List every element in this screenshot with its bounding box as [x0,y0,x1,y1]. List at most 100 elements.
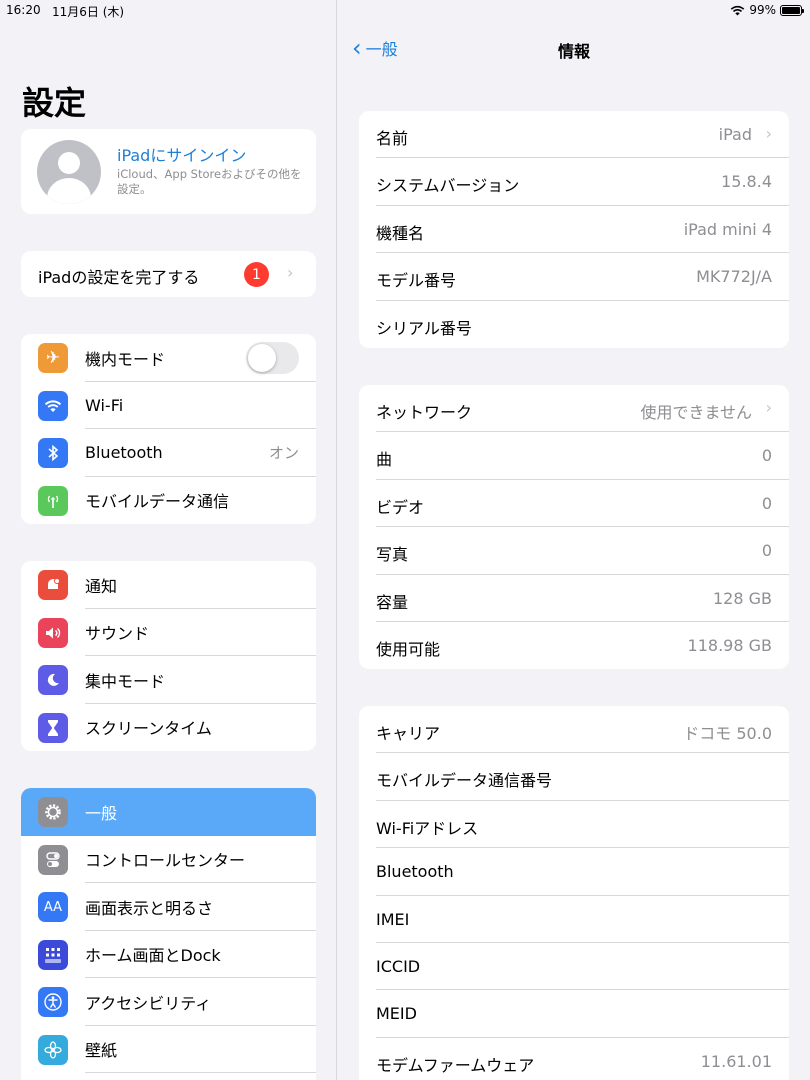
sidebar-item-airplane-mode[interactable]: ✈ 機内モード [21,334,316,382]
info-row-serial-number[interactable]: シリアル番号 [359,301,789,348]
sidebar-item-screen-time[interactable]: スクリーンタイム [21,704,316,752]
status-indicators: 99% [730,3,804,17]
sidebar-item-accessibility[interactable]: アクセシビリティ [21,978,316,1026]
info-label: 写真 [376,545,409,565]
sidebar-item-label: サウンド [85,624,150,644]
status-bar: 16:20 11月6日 (木) 99% [0,0,810,22]
info-label: Wi-Fiアドレス [376,818,479,838]
sidebar-item-wifi[interactable]: Wi-Fi [21,382,316,429]
info-label: キャリア [376,724,441,743]
sidebar-item-home-screen[interactable]: ホーム画面とDock [21,931,316,978]
finish-setup-row[interactable]: iPadの設定を完了する 1 › [21,251,316,297]
info-row-bluetooth[interactable]: Bluetooth [359,848,789,896]
info-value: iPad mini 4 [683,219,772,239]
info-row-cellular-number[interactable]: モバイルデータ通信番号 [359,753,789,801]
wallpaper-icon [38,1034,68,1065]
chevron-right-icon: › [287,263,294,282]
sidebar-item-label: コントロールセンター [85,851,246,871]
status-date: 11月6日 (木) [52,5,125,19]
info-row-name[interactable]: 名前 iPad › [359,111,789,159]
airplane-mode-toggle[interactable] [246,342,299,374]
about-detail-pane: ‹ 一般 情報 名前 iPad › システムバージョン 15.8.4 機種名 i… [338,0,810,1080]
info-row-modem-firmware[interactable]: モデムファームウェア 11.61.01 [359,1038,789,1080]
sidebar-item-label: ホーム画面とDock [85,946,221,966]
gear-icon [38,797,68,827]
info-value: 0 [761,493,772,513]
notification-badge: 1 [244,262,269,287]
sidebar-item-display[interactable]: AA 画面表示と明るさ [21,883,316,931]
sidebar-item-general[interactable]: 一般 [21,788,316,836]
sidebar-item-label: スクリーンタイム [85,719,212,739]
notifications-group: 通知 サウンド 集中モード スクリーンタイム [21,561,316,751]
info-value: 118.98 GB [687,635,772,655]
info-value: 0 [761,541,772,561]
sidebar-item-control-center[interactable]: コントロールセンター [21,836,316,883]
sidebar-item-label: 壁紙 [85,1041,118,1061]
media-storage-group: ネットワーク 使用できません › 曲 0 ビデオ 0 写真 0 容量 128 G… [359,385,789,670]
sidebar-item-bluetooth[interactable]: Bluetooth オン [21,429,316,477]
sidebar-item-sounds[interactable]: サウンド [21,609,316,656]
battery-icon [780,4,804,16]
info-label: シリアル番号 [376,318,472,338]
info-row-videos: ビデオ 0 [359,480,789,528]
accessibility-icon [38,987,68,1017]
signin-card[interactable]: iPadにサインイン iCloud、App Storeおよびその他を設定。 [21,129,316,214]
sidebar-item-label: 一般 [85,803,118,823]
hourglass-icon [38,712,68,743]
info-row-carrier[interactable]: キャリア ドコモ 50.0 [359,706,789,754]
info-value: ドコモ 50.0 [683,724,772,743]
info-label: 機種名 [376,223,425,243]
signin-title: iPadにサインイン [117,146,247,165]
info-label: システムバージョン [376,176,520,196]
battery-fill [782,6,800,14]
info-row-iccid[interactable]: ICCID [359,943,789,991]
info-row-imei[interactable]: IMEI [359,896,789,943]
info-row-network[interactable]: ネットワーク 使用できません › [359,385,789,433]
info-value: 0 [761,446,772,466]
control-center-icon [38,844,68,875]
info-label: モバイルデータ通信番号 [376,771,553,791]
sidebar-item-label: 機内モード [85,349,166,369]
sidebar-item-label: 画面表示と明るさ [85,898,214,918]
sidebar-item-cellular[interactable]: モバイルデータ通信 [21,477,316,525]
info-row-wifi-address[interactable]: Wi-Fiアドレス [359,801,789,849]
notification-icon [38,570,68,600]
info-value: iPad [718,125,752,144]
chevron-right-icon: › [765,398,772,417]
info-value: 11.61.01 [700,1051,772,1071]
info-value: 15.8.4 [721,172,772,192]
sidebar-item-label: 通知 [85,576,118,596]
wifi-status-icon [731,5,745,15]
sidebar-item-focus[interactable]: 集中モード [21,656,316,704]
bluetooth-status: オン [268,444,299,463]
info-row-model-name[interactable]: 機種名 iPad mini 4 [359,206,789,254]
info-row-available: 使用可能 118.98 GB [359,622,789,669]
settings-sidebar: 設定 iPadにサインイン iCloud、App Storeおよびその他を設定。… [0,0,337,1080]
info-row-meid[interactable]: MEID [359,990,789,1038]
chevron-right-icon: › [765,124,772,143]
sidebar-item-notifications[interactable]: 通知 [21,561,316,609]
info-value: MK772J/A [696,267,772,287]
info-row-model-number[interactable]: モデル番号 MK772J/A [359,253,789,301]
speaker-icon [38,617,68,648]
info-row-songs: 曲 0 [359,432,789,480]
sidebar-item-wallpaper[interactable]: 壁紙 [21,1026,316,1073]
carrier-network-group: キャリア ドコモ 50.0 モバイルデータ通信番号 Wi-Fiアドレス Blue… [359,706,789,1080]
info-row-capacity: 容量 128 GB [359,575,789,622]
info-row-system-version[interactable]: システムバージョン 15.8.4 [359,158,789,206]
info-value: 128 GB [713,588,772,608]
info-label: 曲 [376,450,393,470]
status-time: 16:20 [6,3,41,17]
signin-subtitle: iCloud、App Storeおよびその他を設定。 [117,167,302,196]
sidebar-item-label: Wi-Fi [85,395,124,415]
bluetooth-icon [38,438,68,468]
info-label: ビデオ [376,497,425,517]
sidebar-item-label: Bluetooth [85,443,163,463]
info-label: モデル番号 [376,271,457,291]
sidebar-item-label: 集中モード [85,671,166,691]
info-row-photos: 写真 0 [359,527,789,575]
info-label: 容量 [376,592,409,612]
info-label: ネットワーク [376,403,473,422]
general-group: 一般 コントロールセンター AA 画面表示と明るさ ホーム画面とDock アクセ [21,788,316,1080]
info-label: 使用可能 [376,639,441,659]
